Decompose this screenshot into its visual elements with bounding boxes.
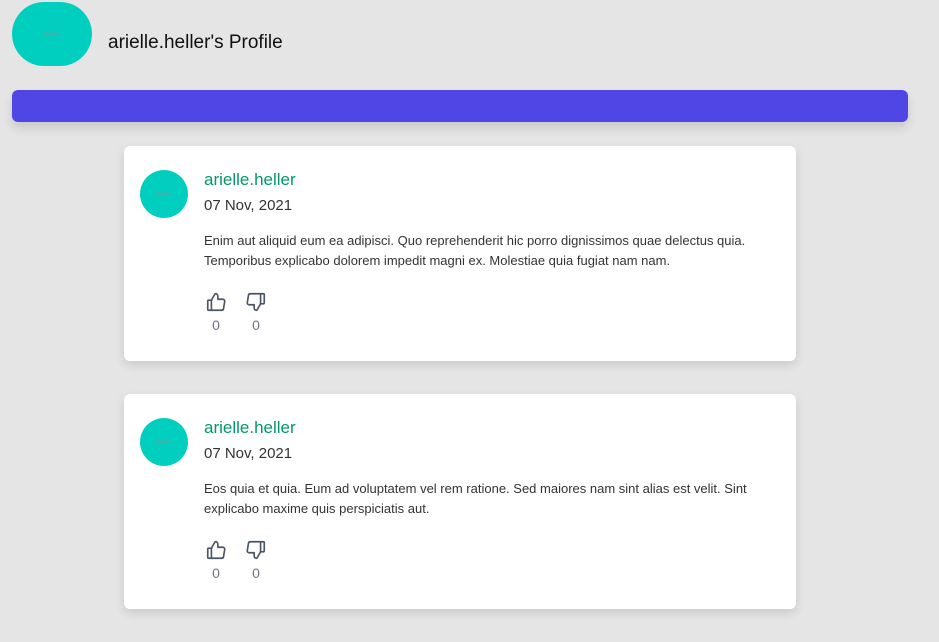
post-card: avatar arielle.heller 07 Nov, 2021 Eos q… <box>124 394 796 609</box>
post-date: 07 Nov, 2021 <box>204 445 293 462</box>
post-date: 07 Nov, 2021 <box>204 197 293 214</box>
post-avatar[interactable]: avatar <box>140 170 188 218</box>
like-count: 0 <box>212 565 220 581</box>
dislike-button[interactable]: 0 <box>244 539 268 581</box>
post-avatar-alt: avatar <box>155 439 173 445</box>
post-body: Eos quia et quia. Eum ad voluptatem vel … <box>204 481 747 516</box>
profile-title: arielle.heller's Profile <box>108 32 283 53</box>
post-reactions: 0 0 <box>204 539 284 581</box>
post-feed: avatar arielle.heller 07 Nov, 2021 Enim … <box>124 146 796 642</box>
post-card: avatar arielle.heller 07 Nov, 2021 Enim … <box>124 146 796 361</box>
post-author-link[interactable]: arielle.heller <box>204 170 296 190</box>
like-button[interactable]: 0 <box>204 291 228 333</box>
profile-header: avatar arielle.heller's Profile <box>12 2 283 66</box>
thumbs-up-icon <box>206 292 226 312</box>
post-body: Enim aut aliquid eum ea adipisci. Quo re… <box>204 233 746 268</box>
post-reactions: 0 0 <box>204 291 284 333</box>
like-button[interactable]: 0 <box>204 539 228 581</box>
dislike-button[interactable]: 0 <box>244 291 268 333</box>
like-count: 0 <box>212 317 220 333</box>
profile-avatar-alt: avatar <box>43 31 61 37</box>
thumbs-up-icon <box>206 540 226 560</box>
dislike-count: 0 <box>252 565 260 581</box>
post-avatar-alt: avatar <box>155 191 173 197</box>
post-author-link[interactable]: arielle.heller <box>204 418 296 438</box>
profile-banner <box>12 90 908 122</box>
dislike-count: 0 <box>252 317 260 333</box>
thumbs-down-icon <box>246 540 266 560</box>
thumbs-down-icon <box>246 292 266 312</box>
profile-avatar: avatar <box>12 2 92 66</box>
post-avatar[interactable]: avatar <box>140 418 188 466</box>
